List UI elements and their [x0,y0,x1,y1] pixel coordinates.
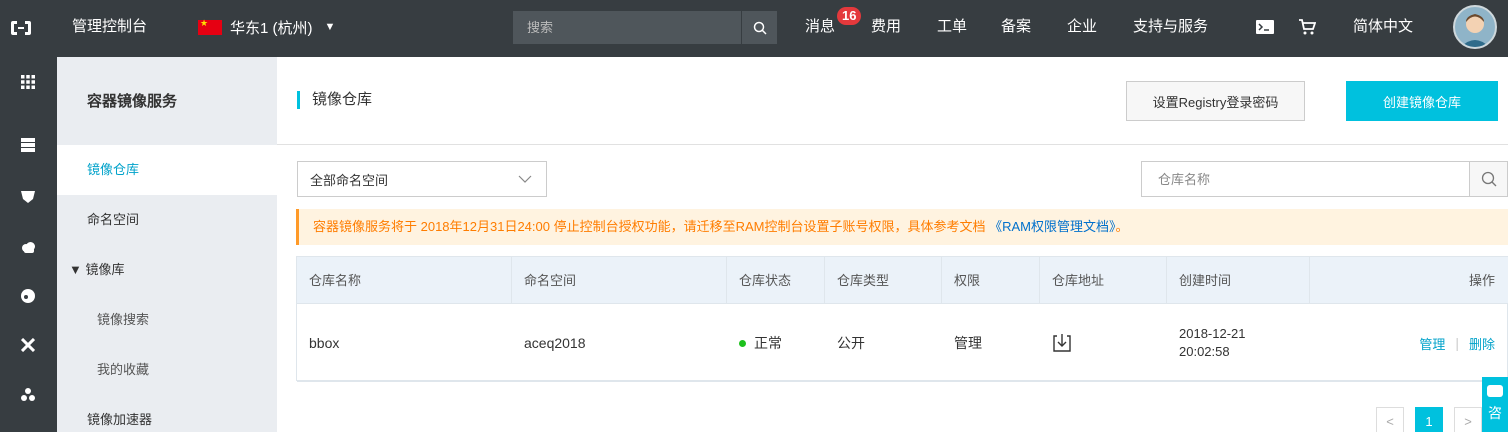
repository-search-button[interactable] [1469,162,1507,196]
console-title[interactable]: 管理控制台 [72,17,147,37]
terminal-icon[interactable] [1255,17,1275,37]
namespace-select-value: 全部命名空间 [310,172,389,188]
caret-down-icon: ▼ [324,21,336,33]
chat-icon [1487,385,1503,397]
cart-icon[interactable] [1297,17,1317,37]
search-button[interactable] [741,11,777,44]
cell-status: 正常 [727,304,825,382]
column-header: 权限 [942,257,1040,304]
grid-menu-icon[interactable] [18,72,38,92]
tools-icon[interactable] [18,335,38,355]
product-icon-bar [0,57,57,432]
manage-link[interactable]: 管理 [1419,334,1445,353]
chevron-down-icon [518,175,532,183]
main-content: 镜像仓库 设置Registry登录密码 创建镜像仓库 全部命名空间 容器镜像服务… [277,57,1508,432]
column-header: 仓库状态 [727,257,825,304]
column-header: 仓库地址 [1040,257,1167,304]
pagination-page[interactable]: 1 [1415,407,1443,432]
ram-docs-link[interactable]: 《RAM权限管理文档》 [989,219,1115,234]
cluster-icon[interactable] [18,384,38,404]
region-label: 华东1 (杭州) [230,19,313,37]
nav-icp[interactable]: 备案 [1001,17,1031,37]
nav-messages[interactable]: 消息 16 [805,7,862,37]
sidebar-item-image-search[interactable]: 镜像搜索 [57,295,277,345]
column-header: 仓库类型 [825,257,942,304]
china-flag-icon [198,18,222,35]
user-avatar[interactable] [1453,5,1497,49]
server-icon[interactable] [18,135,38,155]
status-label: 正常 [754,335,782,351]
notice-end: 。 [1115,219,1129,234]
service-sidebar: 容器镜像服务 镜像仓库 命名空间 ▼ 镜像库 镜像搜索 我的收藏 镜像加速器 [57,57,277,432]
language-selector[interactable]: 简体中文 [1353,17,1413,37]
cell-namespace: aceq2018 [524,335,586,351]
status-dot-icon [739,339,746,347]
nav-enterprise[interactable]: 企业 [1067,17,1097,37]
repository-search-input[interactable] [1142,162,1469,196]
create-repository-button[interactable]: 创建镜像仓库 [1346,81,1498,121]
pagination-next[interactable]: > [1454,407,1482,432]
sidebar-item-repositories[interactable]: 镜像仓库 [57,145,277,195]
sidebar-item-accelerator[interactable]: 镜像加速器 [57,395,277,432]
action-separator: | [1455,335,1459,351]
namespace-select[interactable]: 全部命名空间 [297,161,547,197]
top-navbar: 管理控制台 华东1 (杭州) ▼ 消息 16 费用 工单 备案 企业 支持与服务… [0,0,1508,57]
column-header: 操作 [1468,273,1495,288]
sidebar-item-favorites[interactable]: 我的收藏 [57,345,277,395]
aliyun-logo-icon[interactable] [10,17,32,39]
page-header: 镜像仓库 设置Registry登录密码 创建镜像仓库 [277,57,1508,145]
region-selector[interactable]: 华东1 (杭州) ▼ [198,17,335,37]
column-header: 创建时间 [1167,257,1310,304]
search-icon [753,21,767,35]
cell-address [1040,304,1167,382]
created-date: 2018-12-21 [1179,326,1246,341]
consult-label: 咨 [1488,405,1502,421]
sidebar-item-namespaces[interactable]: 命名空间 [57,195,277,245]
nav-tickets[interactable]: 工单 [937,17,967,37]
cell-created: 2018-12-21 20:02:58 [1167,304,1310,382]
notice-text: 容器镜像服务将于 2018年12月31日24:00 停止控制台授权功能，请迁移至… [313,219,990,234]
download-icon[interactable] [1052,333,1072,353]
repository-table: 仓库名称 命名空间 仓库状态 仓库类型 权限 仓库地址 创建时间 操作 bbox… [296,256,1508,382]
sidebar-item-image-library[interactable]: ▼ 镜像库 [57,245,277,295]
global-search [513,11,777,44]
database-icon[interactable] [18,286,38,306]
set-registry-password-button[interactable]: 设置Registry登录密码 [1126,81,1305,121]
sidebar-title: 容器镜像服务 [87,93,178,110]
consult-button[interactable]: 咨 [1482,377,1508,432]
shield-icon[interactable] [18,187,38,207]
deprecation-notice: 容器镜像服务将于 2018年12月31日24:00 停止控制台授权功能，请迁移至… [296,209,1508,245]
created-time: 20:02:58 [1179,344,1230,359]
search-icon [1481,171,1496,187]
pagination-prev[interactable]: < [1376,407,1404,432]
repository-search [1141,161,1508,197]
messages-badge: 16 [837,7,862,25]
cell-type: 公开 [837,335,865,351]
column-header: 命名空间 [512,257,727,304]
cloud-icon[interactable] [18,237,38,257]
nav-billing[interactable]: 费用 [871,17,901,37]
cell-actions: 管理 | 删除 [1310,304,1507,382]
global-search-input[interactable] [513,11,741,44]
table-header: 仓库名称 命名空间 仓库状态 仓库类型 权限 仓库地址 创建时间 操作 [297,257,1508,304]
cell-permission: 管理 [954,335,982,351]
cell-repo-name: bbox [309,335,340,351]
page-title: 镜像仓库 [297,91,372,109]
nav-messages-label: 消息 [805,18,836,35]
table-row: bbox aceq2018 正常 公开 管理 2018-12-21 20:02:… [297,304,1508,382]
column-header: 仓库名称 [297,257,512,304]
delete-link[interactable]: 删除 [1469,334,1495,353]
nav-support[interactable]: 支持与服务 [1133,17,1208,37]
